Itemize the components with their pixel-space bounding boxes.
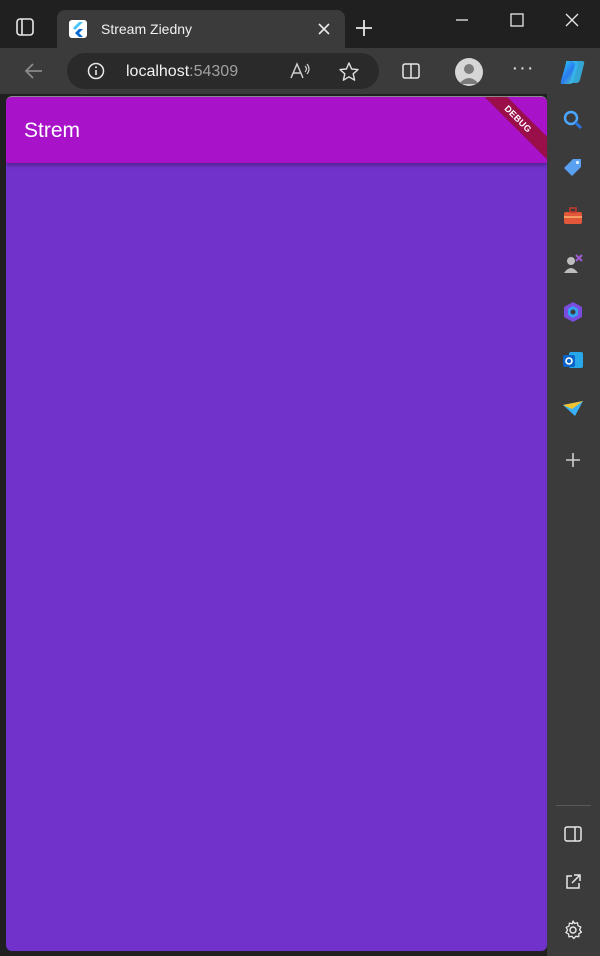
back-arrow-icon <box>24 63 42 79</box>
more-icon[interactable]: ··· <box>511 58 535 82</box>
settings-icon[interactable] <box>561 918 585 942</box>
microsoft-365-icon[interactable] <box>561 300 585 324</box>
split-screen-icon[interactable] <box>400 60 422 82</box>
url-port: :54309 <box>189 63 239 80</box>
close-icon[interactable] <box>317 22 331 36</box>
browser-sidebar <box>547 94 600 956</box>
tab-actions-icon[interactable] <box>14 16 36 38</box>
back-button[interactable] <box>22 60 46 82</box>
sidebar-toggle-icon[interactable] <box>561 822 585 846</box>
close-icon <box>565 13 579 27</box>
star-icon[interactable] <box>338 61 360 83</box>
search-icon[interactable] <box>561 108 585 132</box>
profile-icon[interactable] <box>455 58 483 86</box>
shopping-tag-icon[interactable] <box>561 156 585 180</box>
app-bar: Strem <box>6 97 547 163</box>
browser-toolbar: localhost:54309 ··· <box>0 48 600 94</box>
flutter-icon <box>69 20 87 38</box>
title-bar: Stream Ziedny <box>0 0 600 48</box>
new-tab-button[interactable] <box>353 17 375 39</box>
plus-icon <box>356 20 372 36</box>
info-icon[interactable] <box>87 62 105 80</box>
url-text[interactable]: localhost:54309 <box>126 63 238 81</box>
browser-tab[interactable]: Stream Ziedny <box>57 10 345 48</box>
close-window-button[interactable] <box>562 10 582 30</box>
add-icon[interactable] <box>561 448 585 472</box>
read-aloud-icon[interactable] <box>289 61 311 81</box>
outlook-icon[interactable] <box>561 348 585 372</box>
maximize-icon <box>510 13 524 27</box>
app-viewport: Strem DEBUG <box>6 96 547 951</box>
sidebar-divider <box>556 805 591 806</box>
address-bar[interactable]: localhost:54309 <box>67 53 379 89</box>
minimize-button[interactable] <box>452 10 472 30</box>
url-host: localhost <box>126 63 190 80</box>
external-link-icon[interactable] <box>561 870 585 894</box>
app-title: Strem <box>24 119 81 142</box>
maximize-button[interactable] <box>507 10 527 30</box>
games-icon[interactable] <box>561 252 585 276</box>
drop-icon[interactable] <box>561 396 585 420</box>
minimize-icon <box>456 19 468 21</box>
tools-icon[interactable] <box>561 204 585 228</box>
tab-title: Stream Ziedny <box>101 21 193 37</box>
copilot-icon[interactable] <box>558 58 588 86</box>
